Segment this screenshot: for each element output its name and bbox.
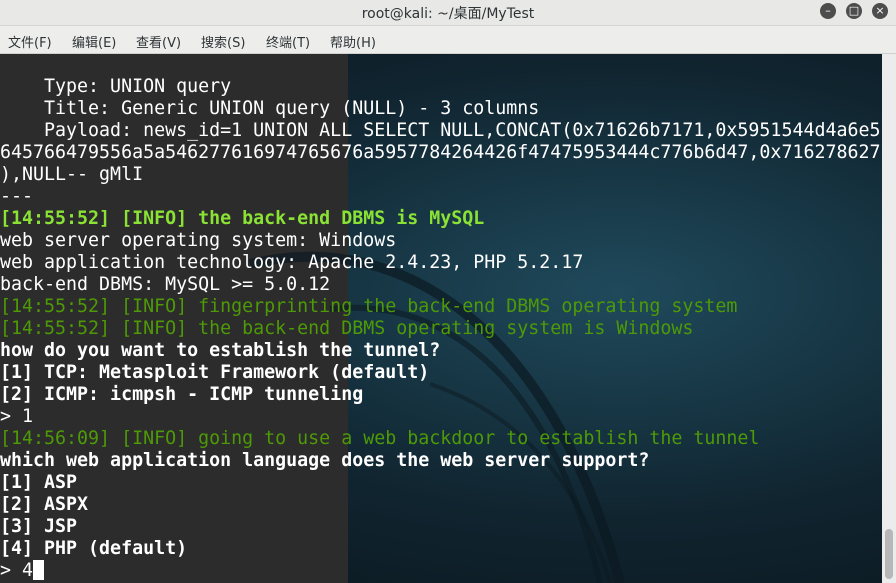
title-bar: root@kali: ~/桌面/MyTest – □ × xyxy=(0,0,896,26)
menu-file[interactable]: 文件(F) xyxy=(8,32,52,51)
scrollbar-thumb[interactable] xyxy=(885,529,893,579)
terminal-area[interactable]: Type: UNION query Title: Generic UNION q… xyxy=(0,54,882,583)
prompt-input[interactable]: > 4 xyxy=(0,560,33,581)
minimize-button[interactable]: – xyxy=(820,3,836,19)
terminal-line: [4] PHP (default) xyxy=(0,538,188,559)
menu-view[interactable]: 查看(V) xyxy=(136,32,181,51)
terminal-line: web server operating system: Windows xyxy=(0,230,397,251)
window-title: root@kali: ~/桌面/MyTest xyxy=(361,6,535,22)
terminal-output: Type: UNION query Title: Generic UNION q… xyxy=(0,76,882,582)
terminal-line: [2] ASPX xyxy=(0,494,89,515)
terminal-line: [3] JSP xyxy=(0,516,78,537)
menu-search[interactable]: 搜索(S) xyxy=(201,32,245,51)
terminal-line: Payload: news_id=1 UNION ALL SELECT NULL… xyxy=(0,120,881,141)
terminal-line: ),NULL-- gMlI xyxy=(0,164,144,185)
menu-edit[interactable]: 编辑(E) xyxy=(72,32,116,51)
terminal-line: [1] ASP xyxy=(0,472,78,493)
terminal-line: how do you want to establish the tunnel? xyxy=(0,340,441,361)
terminal-line: --- xyxy=(0,186,34,207)
close-button[interactable]: × xyxy=(872,3,888,19)
menu-bar: 文件(F) 编辑(E) 查看(V) 搜索(S) 终端(T) 帮助(H) xyxy=(0,26,896,54)
terminal-line: back-end DBMS: MySQL >= 5.0.12 xyxy=(0,274,331,295)
menu-help[interactable]: 帮助(H) xyxy=(330,32,376,51)
terminal-line: [14:55:52] [INFO] the back-end DBMS oper… xyxy=(0,318,694,339)
terminal-line: [14:55:52] [INFO] the back-end DBMS is M… xyxy=(0,208,485,229)
terminal-line: [1] TCP: Metasploit Framework (default) xyxy=(0,362,430,383)
terminal-line: [2] ICMP: icmpsh - ICMP tunneling xyxy=(0,384,364,405)
terminal-scrollbar[interactable] xyxy=(882,54,896,583)
window-controls: – □ × xyxy=(820,3,888,19)
terminal-line: which web application language does the … xyxy=(0,450,650,471)
terminal-line: > 1 xyxy=(0,406,34,427)
terminal-line: Title: Generic UNION query (NULL) - 3 co… xyxy=(0,98,540,119)
terminal-prompt-line[interactable]: > 4 xyxy=(0,560,882,582)
terminal-line: 645766479556a5a546277616974765676a595778… xyxy=(0,142,882,163)
terminal-line: [14:56:09] [INFO] going to use a web bac… xyxy=(0,428,760,449)
menu-terminal[interactable]: 终端(T) xyxy=(266,32,310,51)
maximize-button[interactable]: □ xyxy=(846,3,862,19)
terminal-line: web application technology: Apache 2.4.2… xyxy=(0,252,584,273)
terminal-cursor xyxy=(33,560,45,580)
terminal-line: Type: UNION query xyxy=(0,76,232,97)
terminal-line: [14:55:52] [INFO] fingerprinting the bac… xyxy=(0,296,738,317)
